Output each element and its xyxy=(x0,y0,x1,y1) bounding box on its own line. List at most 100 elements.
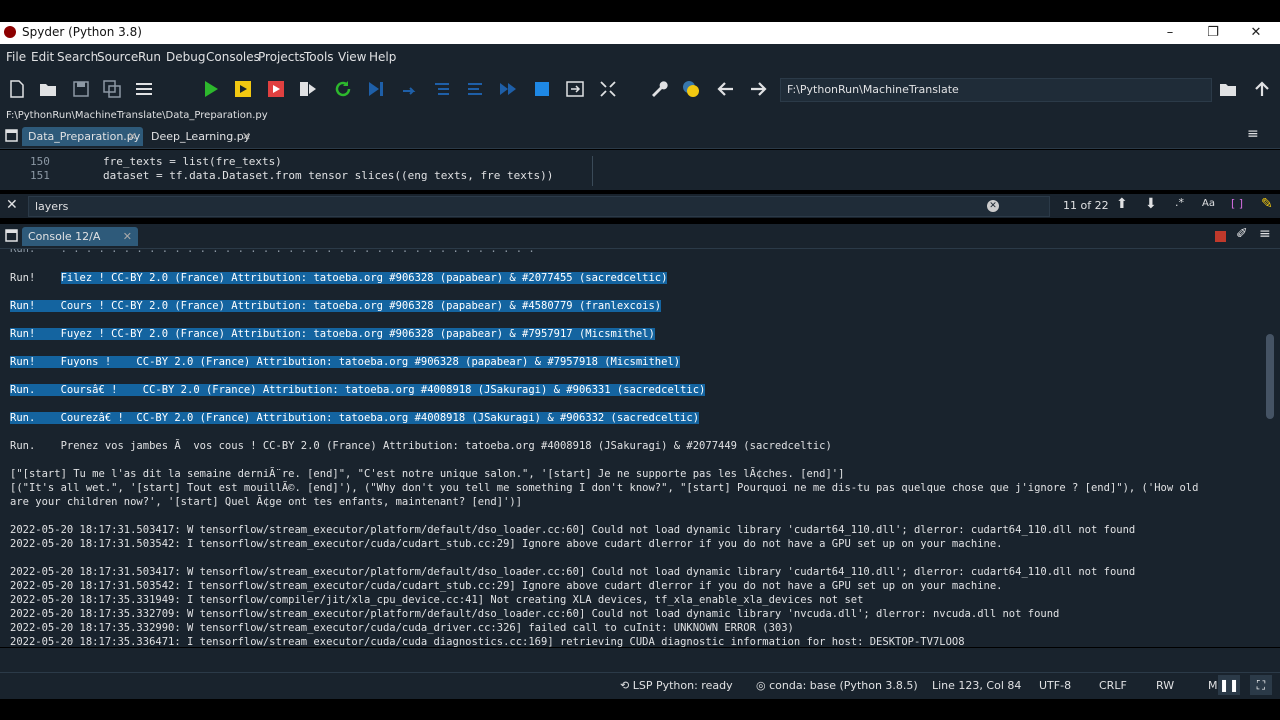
new-file-icon[interactable] xyxy=(7,79,27,99)
line-number: 151 xyxy=(30,169,50,182)
interrupt-kernel-icon[interactable] xyxy=(1215,231,1226,242)
pause-icon[interactable]: ❚❚ xyxy=(1218,675,1240,695)
tab-deep-learning[interactable]: Deep_Learning.py ✕ xyxy=(145,127,257,146)
conda-status: ◎ conda: base (Python 3.8.5) xyxy=(756,679,918,692)
run-cell-icon[interactable] xyxy=(233,79,253,99)
menu-file[interactable]: File xyxy=(6,50,26,64)
pane-icon xyxy=(5,129,18,142)
code-line[interactable]: dataset = tf.data.Dataset.from tensor sl… xyxy=(103,169,553,182)
file-path: F:\PythonRun\MachineTranslate\Data_Prepa… xyxy=(6,110,268,121)
log-line: 2022-05-20 18:17:31.503542: I tensorflow… xyxy=(10,538,1003,550)
wrench-icon[interactable] xyxy=(648,79,668,99)
conda-status-text: conda: base (Python 3.8.5) xyxy=(769,679,918,692)
menu-view[interactable]: View xyxy=(338,50,366,64)
save-icon[interactable] xyxy=(71,79,91,99)
find-bar: ✕ layers ✕ 11 of 22 ⬆ ⬇ .* Aa [ ] ✎ xyxy=(0,194,1280,218)
run-icon[interactable] xyxy=(201,79,221,99)
console-line: Run. Prenez vos jambes Ã vos cous ! CC-B… xyxy=(10,440,832,452)
python-path-icon[interactable] xyxy=(681,79,701,99)
minimize-button[interactable]: – xyxy=(1155,24,1185,42)
rerun-icon[interactable] xyxy=(333,79,353,99)
find-input[interactable]: layers ✕ xyxy=(28,196,1050,217)
run-selection-icon[interactable] xyxy=(298,79,318,99)
log-line: 2022-05-20 18:17:31.503417: W tensorflow… xyxy=(10,566,1136,578)
lsp-status: ⟲ LSP Python: ready xyxy=(620,679,733,692)
case-sensitive-icon[interactable]: Aa xyxy=(1202,198,1215,209)
fullscreen-icon[interactable] xyxy=(598,79,618,99)
console-selection: Run. Coursâ€ ! CC-BY 2.0 (France) Attrib… xyxy=(10,384,706,396)
open-folder-icon[interactable] xyxy=(38,79,58,99)
menu-edit[interactable]: Edit xyxy=(31,50,54,64)
close-tab-icon[interactable]: ✕ xyxy=(242,130,251,143)
restore-button[interactable]: ❐ xyxy=(1198,24,1228,42)
close-console-icon[interactable]: ✕ xyxy=(123,230,132,243)
status-bar: ⟲ LSP Python: ready ◎ conda: base (Pytho… xyxy=(0,672,1280,699)
maximize-pane-icon[interactable] xyxy=(565,79,585,99)
menu-tools[interactable]: Tools xyxy=(304,50,334,64)
tab-console[interactable]: Console 12/A ✕ xyxy=(22,227,138,246)
forward-arrow-icon[interactable] xyxy=(748,79,768,99)
run-cell-advance-icon[interactable] xyxy=(266,79,286,99)
memory-status: M xyxy=(1208,679,1218,692)
menu-source[interactable]: Source xyxy=(97,50,138,64)
debug-icon[interactable] xyxy=(366,79,386,99)
whole-word-icon[interactable]: [ ] xyxy=(1231,197,1243,210)
menu-bar: File Edit Search Source Run Debug Consol… xyxy=(0,44,1280,70)
spyder-logo-icon xyxy=(4,26,16,38)
console-scrollbar[interactable] xyxy=(1262,249,1280,647)
close-find-icon[interactable]: ✕ xyxy=(6,197,18,213)
pane-gap xyxy=(0,648,1280,672)
fullscreen-video-icon[interactable]: ⛶ xyxy=(1250,675,1272,695)
console-line: Run! Filez ! CC-BY 2.0 (France) Attribut… xyxy=(10,272,668,284)
close-window-button[interactable]: ✕ xyxy=(1241,24,1271,42)
clear-find-icon[interactable]: ✕ xyxy=(987,200,999,212)
tab-data-preparation[interactable]: Data_Preparation.py ✕ xyxy=(22,127,143,146)
console-line: ["[start] Tu me l'as dit la semaine dern… xyxy=(10,468,845,480)
cursor-position: Line 123, Col 84 xyxy=(932,679,1022,692)
log-line: 2022-05-20 18:17:35.332990: W tensorflow… xyxy=(10,622,794,634)
stop-icon[interactable] xyxy=(532,79,552,99)
console-menu-icon[interactable]: ≡ xyxy=(1259,226,1271,242)
menu-help[interactable]: Help xyxy=(369,50,396,64)
parent-directory-icon[interactable] xyxy=(1252,79,1272,99)
step-into-icon[interactable] xyxy=(432,79,452,99)
clear-console-icon[interactable]: ✐ xyxy=(1236,226,1248,242)
title-bar: Spyder (Python 3.8) – ❐ ✕ xyxy=(0,22,1280,44)
back-arrow-icon[interactable] xyxy=(716,79,736,99)
find-next-icon[interactable]: ⬇ xyxy=(1145,196,1157,212)
list-icon[interactable] xyxy=(134,79,154,99)
console-line: [("It's all wet.", '[start] Tout est mou… xyxy=(10,482,1199,494)
highlight-icon[interactable]: ✎ xyxy=(1261,196,1273,212)
menu-debug[interactable]: Debug xyxy=(166,50,205,64)
menu-lines-icon[interactable]: ≡ xyxy=(1247,126,1259,142)
step-icon[interactable] xyxy=(400,79,420,99)
close-tab-icon[interactable]: ✕ xyxy=(128,130,137,143)
menu-run[interactable]: Run xyxy=(138,50,161,64)
console-output[interactable]: Run. . . . . . . . . . . . . . . . . . .… xyxy=(0,249,1262,647)
console-prefix: Run! xyxy=(10,272,61,284)
window-title: Spyder (Python 3.8) xyxy=(22,25,142,39)
code-editor[interactable]: 150 fre_texts = list(fre_texts) 151 data… xyxy=(0,150,1280,190)
menu-search[interactable]: Search xyxy=(57,50,98,64)
console-line-partial: Run. . . . . . . . . . . . . . . . . . .… xyxy=(10,249,535,255)
working-directory-value: F:\PythonRun\MachineTranslate xyxy=(787,83,959,96)
regex-icon[interactable]: .* xyxy=(1175,196,1184,209)
menu-projects[interactable]: Projects xyxy=(258,50,305,64)
tab-label: Data_Preparation.py xyxy=(28,130,141,143)
log-line: 2022-05-20 18:17:35.332709: W tensorflow… xyxy=(10,608,1060,620)
file-encoding: UTF-8 xyxy=(1039,679,1072,692)
console-selection: Filez ! CC-BY 2.0 (France) Attribution: … xyxy=(60,272,668,284)
step-return-icon[interactable] xyxy=(465,79,485,99)
scrollbar-thumb[interactable] xyxy=(1266,334,1274,419)
browse-folder-icon[interactable] xyxy=(1218,79,1238,99)
console-selection: Run! Fuyons ! CC-BY 2.0 (France) Attribu… xyxy=(10,356,681,368)
menu-consoles[interactable]: Consoles xyxy=(206,50,260,64)
continue-icon[interactable] xyxy=(498,79,518,99)
find-previous-icon[interactable]: ⬆ xyxy=(1116,196,1128,212)
tab-label: Deep_Learning.py xyxy=(151,130,251,143)
working-directory-input[interactable]: F:\PythonRun\MachineTranslate xyxy=(780,78,1212,102)
save-all-icon[interactable] xyxy=(102,79,122,99)
code-line[interactable]: fre_texts = list(fre_texts) xyxy=(103,155,282,168)
pane-icon xyxy=(5,229,18,242)
lsp-status-text: LSP Python: ready xyxy=(632,679,733,692)
